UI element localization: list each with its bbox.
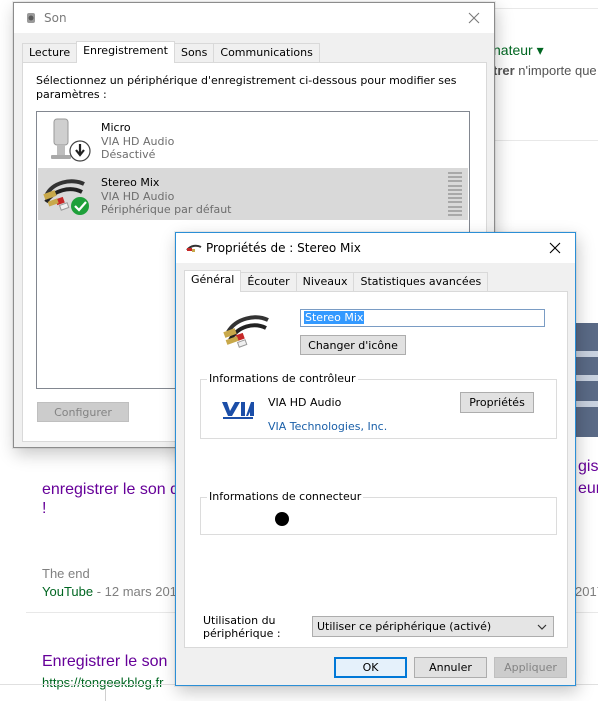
device-status: Périphérique par défaut [101,203,232,216]
controller-name: VIA HD Audio [268,396,342,409]
close-icon [549,242,561,254]
usage-value: Utiliser ce périphérique (activé) [317,620,492,633]
divider [495,140,598,141]
properties-button[interactable]: Propriétés [460,392,534,413]
connector-group: Informations de connecteur [200,490,557,535]
tab-general[interactable]: Général [184,270,242,292]
properties-tabs: Général Écouter Niveaux Statistiques ava… [184,270,489,292]
source-name[interactable]: YouTube [42,584,93,599]
device-name: Stereo Mix [101,176,160,189]
tab-communications[interactable]: Communications [213,43,320,62]
properties-dialog: Propriétés de : Stereo Mix Général Écout… [175,232,576,686]
controller-group: Informations de contrôleur VIA HD Audio … [200,372,557,439]
sound-tabs: Lecture Enregistrement Sons Communicatio… [22,41,320,63]
tab-enregistrement[interactable]: Enregistrement [76,41,175,63]
result-title[interactable]: enregistrer le son d [42,481,179,499]
connector-jack-icon [275,512,289,526]
usage-label: Utilisation du périphérique : [203,614,281,640]
tab-sons[interactable]: Sons [173,43,215,62]
properties-title: Propriétés de : Stereo Mix [206,241,361,255]
device-status: Désactivé [101,148,156,161]
snippet-bold: trer [493,63,515,78]
device-item-stereo-mix[interactable]: Stereo Mix VIA HD Audio Périphérique par… [38,168,468,220]
rca-cable-icon [43,179,89,215]
rca-cable-icon [223,315,269,348]
result-title-right[interactable]: gistr [578,458,598,476]
general-panel: Stereo Mix Changer d'icône Informations … [184,291,568,648]
device-driver: VIA HD Audio [101,135,175,148]
device-name: Micro [101,121,131,134]
cancel-button[interactable]: Annuler [414,657,487,678]
change-icon-button[interactable]: Changer d'icône [300,335,406,355]
sound-title: Son [44,11,67,25]
device-name-field[interactable]: Stereo Mix [300,309,545,327]
source-date: - 12 mars 201 [93,584,177,599]
device-item-micro[interactable]: Micro VIA HD Audio Désactivé [38,113,468,165]
configure-button[interactable]: Configurer [37,402,129,422]
tab-lecture[interactable]: Lecture [22,43,78,62]
chevron-down-icon [537,624,547,630]
apply-button[interactable]: Appliquer [494,657,567,678]
result-date-right: 2017 [575,584,598,599]
result-snippet-right: trer n'importe que [493,63,597,78]
result-link-right[interactable]: nateur ▾ [493,42,544,59]
divider [105,688,106,701]
instruction-text: Sélectionnez un périphérique d'enregistr… [36,74,457,101]
controller-group-title: Informations de contrôleur [207,372,358,385]
controller-vendor-link[interactable]: VIA Technologies, Inc. [268,420,387,433]
result-title-right-cont[interactable]: eur [578,480,598,498]
device-driver: VIA HD Audio [101,190,175,203]
close-button[interactable] [454,3,494,33]
result-title-cont[interactable]: ! [42,500,46,518]
result-source: YouTube - 12 mars 201 [42,584,177,599]
device-name-value: Stereo Mix [304,311,365,324]
level-meter [448,172,462,216]
via-logo [222,402,254,419]
close-button[interactable] [535,233,575,263]
sound-titlebar[interactable]: Son [14,3,494,33]
ok-button[interactable]: OK [334,657,407,678]
video-thumbnail[interactable] [576,323,598,437]
close-icon [468,12,480,24]
usage-dropdown[interactable]: Utiliser ce périphérique (activé) [312,616,554,637]
divider [495,8,598,9]
result-url-bottom[interactable]: https://tongeekblog.fr [42,675,163,690]
snippet-rest: n'importe que [514,63,597,78]
tab-statistiques[interactable]: Statistiques avancées [353,272,489,291]
speaker-icon [27,13,35,23]
tab-niveaux[interactable]: Niveaux [295,272,355,291]
rca-cable-icon [186,244,202,252]
connector-group-title: Informations de connecteur [207,490,364,503]
microphone-icon [51,118,91,162]
tab-ecouter[interactable]: Écouter [240,272,297,291]
result-snippet: The end [42,566,90,581]
properties-titlebar[interactable]: Propriétés de : Stereo Mix [176,233,575,263]
result-title-bottom[interactable]: Enregistrer le son [42,653,167,671]
